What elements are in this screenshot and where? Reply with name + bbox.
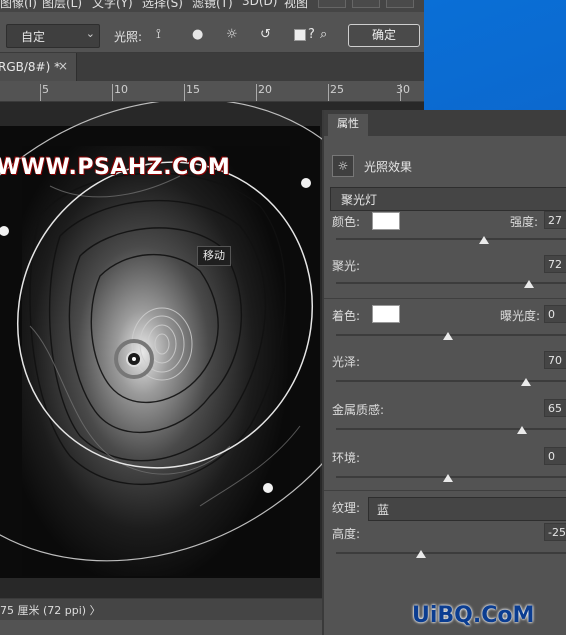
preset-dropdown[interactable]: 自定 ⌄ <box>6 24 100 48</box>
maximize-button[interactable] <box>352 0 380 8</box>
menu-select[interactable]: 选择(S) <box>142 0 183 11</box>
document-tab[interactable]: RGB/8#) * × <box>0 53 77 81</box>
texture-value: 蓝 <box>377 503 390 517</box>
panel-header: 属性 <box>324 110 566 136</box>
ruler-label: 20 <box>258 83 272 96</box>
height-label: 高度: <box>332 527 361 541</box>
document-tab-title: RGB/8#) * <box>0 60 61 74</box>
intensity-slider[interactable] <box>336 238 566 240</box>
metallic-value[interactable]: 65 <box>544 399 566 417</box>
color-label: 颜色: <box>332 215 361 229</box>
ellipse-handle[interactable] <box>301 178 311 188</box>
intensity-value[interactable]: 27 <box>544 211 566 229</box>
height-slider[interactable] <box>336 552 566 554</box>
height-value[interactable]: -25 <box>544 523 566 541</box>
light-type-value: 聚光灯 <box>341 193 378 207</box>
site-watermark: UiBQ.CoM <box>412 603 535 628</box>
ok-button[interactable]: 确定 <box>348 24 420 47</box>
hotspot-value[interactable]: 72 <box>544 255 566 273</box>
intensity-label: 强度: <box>510 215 539 229</box>
gloss-label: 光泽: <box>332 355 361 369</box>
effect-row: ☼ 光照效果 <box>332 155 566 177</box>
properties-panel: 属性 ☼ 光照效果 聚光灯 颜色: 强度: 27 聚光: 72 着色: 曝光度:… <box>322 110 566 635</box>
ruler-label: 30 <box>396 83 410 96</box>
exposure-label: 曝光度: <box>500 309 541 323</box>
spot-light-icon[interactable]: ⟟ <box>156 27 161 42</box>
ellipse-handle[interactable] <box>263 483 273 493</box>
ruler-label: 5 <box>42 83 49 96</box>
texture-dropdown[interactable]: 蓝 <box>368 497 566 521</box>
move-tooltip: 移动 <box>197 246 231 266</box>
tab-properties[interactable]: 属性 <box>328 114 368 136</box>
metallic-label: 金属质感: <box>332 403 385 417</box>
light-color-swatch[interactable] <box>372 212 400 230</box>
ruler-label: 15 <box>186 83 200 96</box>
metallic-slider-thumb[interactable] <box>516 426 527 434</box>
menu-3d[interactable]: 3D(D) <box>242 0 277 8</box>
menu-view[interactable]: 视图 <box>284 0 308 11</box>
minimize-button[interactable] <box>318 0 346 8</box>
ambience-slider-thumb[interactable] <box>443 474 453 482</box>
menu-filter[interactable]: 滤镜(T) <box>192 0 233 11</box>
effect-label: 光照效果 <box>364 160 413 174</box>
window-controls <box>318 0 422 8</box>
ruler-tick <box>400 84 401 101</box>
chevron-down-icon: ⌄ <box>85 27 95 40</box>
options-bar: 自定 ⌄ 光照: ⟟ ● ☼ ↺ ? ⌕ 确定 <box>0 20 424 53</box>
checkbox[interactable] <box>294 29 306 41</box>
metallic-slider[interactable] <box>336 428 566 430</box>
colorize-label: 着色: <box>332 309 361 323</box>
ruler-tick <box>40 84 41 101</box>
ruler-tick <box>184 84 185 101</box>
menu-type[interactable]: 文字(Y) <box>92 0 133 11</box>
ambience-value[interactable]: 0 <box>544 447 566 465</box>
close-icon[interactable]: × <box>58 59 68 73</box>
exposure-value[interactable]: 0 <box>544 305 566 323</box>
document-tab-bar: RGB/8#) * × <box>0 53 424 81</box>
texture-label: 纹理: <box>332 501 361 515</box>
hotspot-slider-thumb[interactable] <box>523 280 534 288</box>
menu-bar: 图像(I) 图层(L) 文字(Y) 选择(S) 滤镜(T) 3D(D) 视图 <box>0 0 424 12</box>
ruler-label: 25 <box>330 83 344 96</box>
exposure-slider-thumb[interactable] <box>443 332 453 340</box>
infinite-light-icon[interactable]: ☼ <box>226 27 238 42</box>
status-text: 75 厘米 (72 ppi) 〉 <box>0 604 101 617</box>
horizontal-ruler: 5 10 15 20 25 30 <box>0 83 424 102</box>
light-type-dropdown[interactable]: 聚光灯 <box>330 187 566 211</box>
preset-value: 自定 <box>21 30 46 44</box>
gloss-slider-thumb[interactable] <box>521 378 532 386</box>
reset-icon[interactable]: ↺ <box>260 27 271 42</box>
watermark-text: WWW.PSAHZ.COM <box>0 155 231 180</box>
menu-layer[interactable]: 图层(L) <box>42 0 82 11</box>
intensity-slider-thumb[interactable] <box>478 236 489 244</box>
light-center-dot <box>132 357 136 361</box>
menu-image[interactable]: 图像(I) <box>0 0 37 11</box>
close-button[interactable] <box>386 0 414 8</box>
light-effect-icon: ☼ <box>332 155 354 177</box>
height-slider-thumb[interactable] <box>416 550 427 558</box>
help-icon[interactable]: ? <box>308 27 315 42</box>
section-divider <box>324 490 566 491</box>
ruler-label: 10 <box>114 83 128 96</box>
point-light-icon[interactable]: ● <box>192 27 203 42</box>
ruler-tick <box>328 84 329 101</box>
gloss-slider[interactable] <box>336 380 566 382</box>
ambience-label: 环境: <box>332 451 361 465</box>
hotspot-label: 聚光: <box>332 259 361 273</box>
section-divider <box>324 298 566 299</box>
gloss-value[interactable]: 70 <box>544 351 566 369</box>
light-label: 光照: <box>114 30 143 44</box>
ruler-tick <box>256 84 257 101</box>
ellipse-handle[interactable] <box>0 226 9 236</box>
colorize-swatch[interactable] <box>372 305 400 323</box>
ruler-tick <box>112 84 113 101</box>
search-icon[interactable]: ⌕ <box>320 27 327 42</box>
